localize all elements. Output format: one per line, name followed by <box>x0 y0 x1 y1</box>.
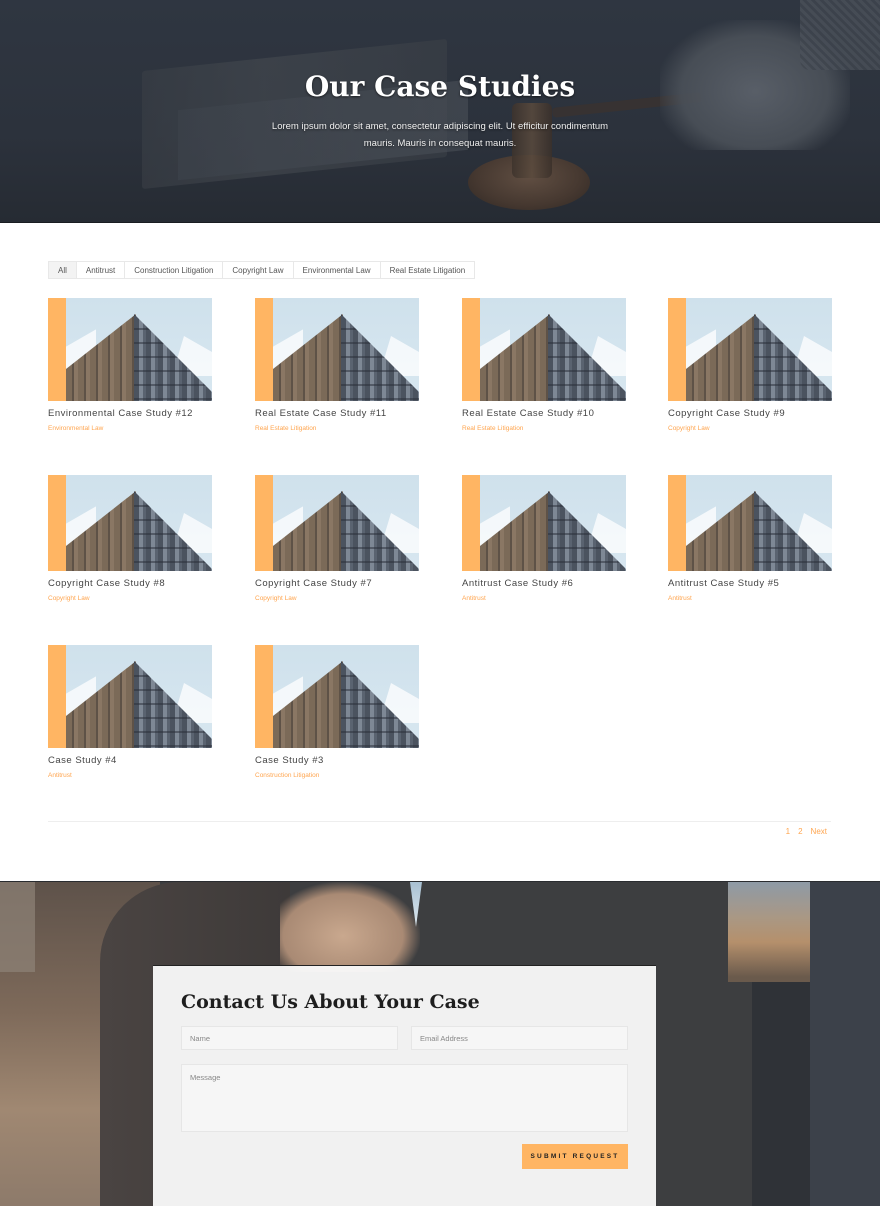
page-link-1[interactable]: 1 <box>786 827 790 836</box>
case-study-thumbnail[interactable] <box>668 298 832 401</box>
case-study-thumbnail[interactable] <box>255 298 419 401</box>
background-side-panel <box>810 882 880 1206</box>
page-title: Our Case Studies <box>304 70 576 103</box>
case-study-title[interactable]: Case Study #3 <box>255 755 419 766</box>
thumbnail-accent-stripe <box>462 298 480 401</box>
case-study-thumbnail[interactable] <box>255 475 419 571</box>
background-shelf-image <box>728 882 810 982</box>
thumbnail-accent-stripe <box>48 475 66 571</box>
pagination: 1 2 Next <box>786 827 827 836</box>
case-study-title[interactable]: Environmental Case Study #12 <box>48 408 212 419</box>
filter-construction-litigation[interactable]: Construction Litigation <box>125 262 224 278</box>
case-study-card[interactable]: Antitrust Case Study #5 Antitrust <box>668 475 832 602</box>
next-page-link[interactable]: Next <box>811 827 827 836</box>
message-textarea[interactable] <box>181 1064 628 1132</box>
background-window-image <box>0 882 35 972</box>
filter-copyright-law[interactable]: Copyright Law <box>223 262 294 278</box>
thumbnail-accent-stripe <box>48 298 66 401</box>
case-study-thumbnail[interactable] <box>255 645 419 748</box>
case-study-card[interactable]: Real Estate Case Study #11 Real Estate Li… <box>255 298 419 432</box>
case-study-card[interactable]: Case Study #4 Antitrust <box>48 645 212 779</box>
case-study-thumbnail[interactable] <box>462 298 626 401</box>
case-study-thumbnail[interactable] <box>48 645 212 748</box>
email-input[interactable] <box>411 1026 628 1050</box>
hero-banner: Our Case Studies Lorem ipsum dolor sit a… <box>0 0 880 223</box>
case-study-title[interactable]: Copyright Case Study #8 <box>48 578 212 589</box>
contact-form-title: Contact Us About Your Case <box>181 991 480 1013</box>
category-filter-bar: All Antitrust Construction Litigation Co… <box>48 261 476 279</box>
case-study-category[interactable]: Construction Litigation <box>255 772 419 779</box>
case-study-title[interactable]: Antitrust Case Study #6 <box>462 578 626 589</box>
case-study-category[interactable]: Antitrust <box>48 772 212 779</box>
thumbnail-accent-stripe <box>255 298 273 401</box>
case-study-category[interactable]: Real Estate Litigation <box>255 425 419 432</box>
thumbnail-accent-stripe <box>668 298 686 401</box>
case-study-category[interactable]: Real Estate Litigation <box>462 425 626 432</box>
filter-antitrust[interactable]: Antitrust <box>76 262 126 278</box>
case-study-category[interactable]: Environmental Law <box>48 425 212 432</box>
case-study-title[interactable]: Real Estate Case Study #10 <box>462 408 626 419</box>
case-study-card[interactable]: Environmental Case Study #12 Environmenta… <box>48 298 212 432</box>
case-study-card[interactable]: Copyright Case Study #8 Copyright Law <box>48 475 212 602</box>
case-study-category[interactable]: Copyright Law <box>48 595 212 602</box>
page-link-2[interactable]: 2 <box>798 827 802 836</box>
case-study-card[interactable]: Case Study #3 Construction Litigation <box>255 645 419 779</box>
case-study-thumbnail[interactable] <box>462 475 626 571</box>
case-study-category[interactable]: Copyright Law <box>668 425 832 432</box>
background-hand-image <box>280 882 420 972</box>
case-study-thumbnail[interactable] <box>48 475 212 571</box>
hero-sleeve-image <box>800 0 880 70</box>
case-study-thumbnail[interactable] <box>48 298 212 401</box>
case-study-title[interactable]: Copyright Case Study #9 <box>668 408 832 419</box>
thumbnail-accent-stripe <box>255 475 273 571</box>
case-study-category[interactable]: Antitrust <box>462 595 626 602</box>
name-input[interactable] <box>181 1026 398 1050</box>
case-study-card[interactable]: Copyright Case Study #9 Copyright Law <box>668 298 832 432</box>
case-study-thumbnail[interactable] <box>668 475 832 571</box>
thumbnail-accent-stripe <box>668 475 686 571</box>
submit-request-button[interactable]: SUBMIT REQUEST <box>522 1144 628 1169</box>
case-study-category[interactable]: Copyright Law <box>255 595 419 602</box>
case-study-title[interactable]: Real Estate Case Study #11 <box>255 408 419 419</box>
hero-subtitle: Lorem ipsum dolor sit amet, consectetur … <box>271 121 609 149</box>
pagination-divider <box>48 821 831 822</box>
thumbnail-accent-stripe <box>48 645 66 748</box>
case-study-card[interactable]: Antitrust Case Study #6 Antitrust <box>462 475 626 602</box>
background-chair-image <box>752 982 810 1206</box>
case-study-category[interactable]: Antitrust <box>668 595 832 602</box>
filter-environmental-law[interactable]: Environmental Law <box>293 262 381 278</box>
case-study-title[interactable]: Case Study #4 <box>48 755 212 766</box>
thumbnail-accent-stripe <box>462 475 480 571</box>
case-study-title[interactable]: Copyright Case Study #7 <box>255 578 419 589</box>
contact-form: Contact Us About Your Case SUBMIT REQUES… <box>153 965 656 1206</box>
thumbnail-accent-stripe <box>255 645 273 748</box>
case-study-card[interactable]: Real Estate Case Study #10 Real Estate Li… <box>462 298 626 432</box>
case-study-title[interactable]: Antitrust Case Study #5 <box>668 578 832 589</box>
case-study-card[interactable]: Copyright Case Study #7 Copyright Law <box>255 475 419 602</box>
filter-real-estate-litigation[interactable]: Real Estate Litigation <box>380 262 475 278</box>
filter-all[interactable]: All <box>49 262 77 278</box>
